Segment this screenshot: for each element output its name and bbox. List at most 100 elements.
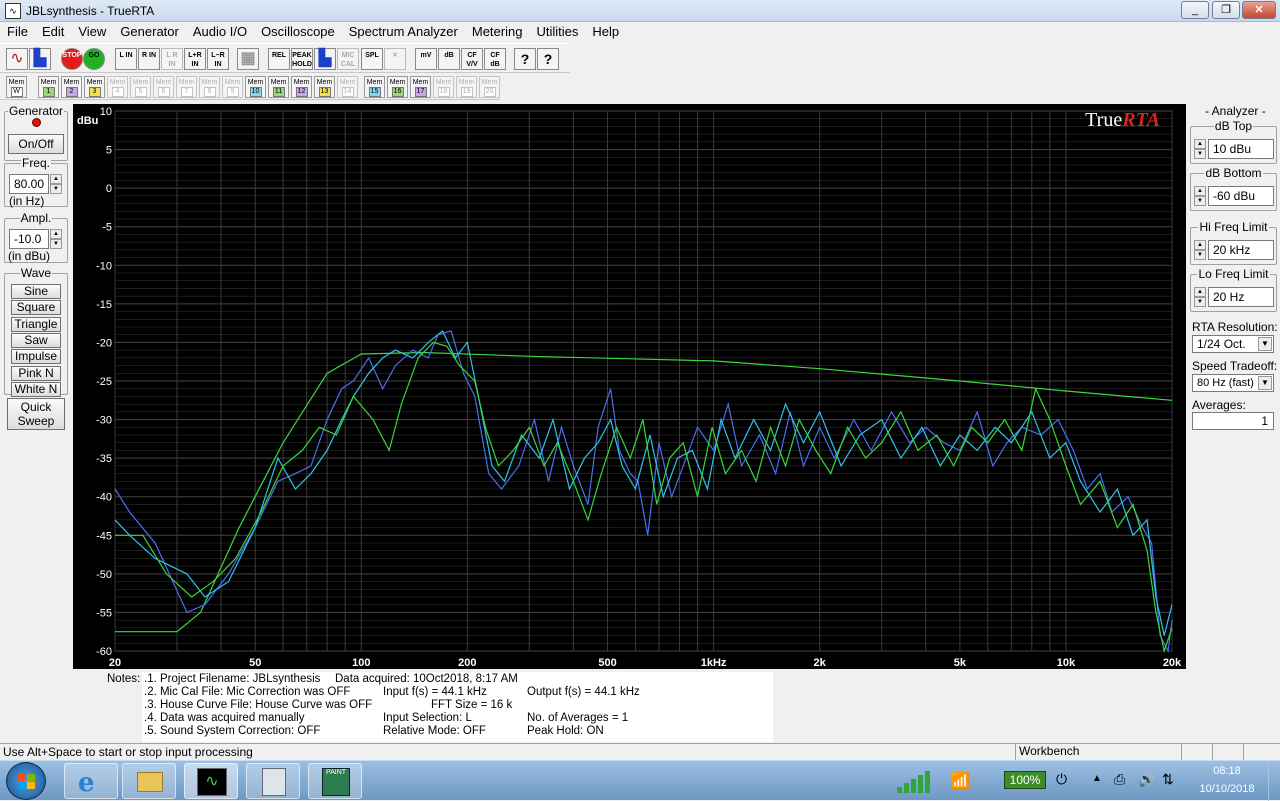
lo-freq-up-icon[interactable]: ▲	[1194, 287, 1206, 297]
right-in-button[interactable]: R IN	[138, 48, 160, 70]
mem-10-button[interactable]: Mem 10	[245, 76, 266, 98]
chevron-down-icon[interactable]: ▼	[1258, 337, 1272, 351]
mem-w-button[interactable]: Mem W	[6, 76, 27, 98]
wave-square-button[interactable]: Square	[11, 300, 61, 316]
mem-15-button[interactable]: Mem 15	[364, 76, 385, 98]
menu-metering[interactable]: Metering	[465, 22, 530, 42]
close-button[interactable]: ✕	[1242, 1, 1276, 19]
mem-7-button[interactable]: Mem 7	[176, 76, 197, 98]
mem-12-button[interactable]: Mem 12	[291, 76, 312, 98]
speed-select[interactable]: 80 Hz (fast) ▼	[1192, 374, 1274, 392]
usb-icon[interactable]: ⎙	[1114, 771, 1125, 788]
show-hidden-icons-icon[interactable]: ▲	[1092, 773, 1102, 784]
menu-view[interactable]: View	[71, 22, 113, 42]
signal-strength-icon[interactable]	[893, 767, 938, 795]
spectrum-button[interactable]: ▙	[29, 48, 51, 70]
generator-onoff-button[interactable]: On/Off	[8, 134, 64, 154]
ampl-down-icon[interactable]: ▼	[50, 239, 62, 249]
mv-button[interactable]: mV	[415, 48, 437, 70]
ampl-up-icon[interactable]: ▲	[50, 229, 62, 239]
grid-button[interactable]: ▦	[237, 48, 259, 70]
mem-9-button[interactable]: Mem 9	[222, 76, 243, 98]
mem-1-button[interactable]: Mem 1	[38, 76, 59, 98]
paint-taskbar-icon[interactable]: PAINT	[308, 763, 362, 799]
wave-impulse-button[interactable]: Impulse	[11, 349, 61, 365]
wave-pink-n-button[interactable]: Pink N	[11, 365, 61, 381]
maximize-button[interactable]: ❐	[1212, 1, 1240, 19]
mem-3-button[interactable]: Mem 3	[84, 76, 105, 98]
mem-13-button[interactable]: Mem 13	[314, 76, 335, 98]
lo-freq-input[interactable]: 20 Hz	[1208, 287, 1274, 307]
wireless-icon[interactable]: 📶	[950, 771, 970, 791]
power-plug-icon[interactable]: ⏻	[1056, 771, 1067, 788]
minimize-button[interactable]: _	[1181, 1, 1209, 19]
menu-generator[interactable]: Generator	[113, 22, 186, 42]
resolution-select[interactable]: 1/24 Oct. ▼	[1192, 335, 1274, 353]
mem-14-button[interactable]: Mem 14	[337, 76, 358, 98]
wave-triangle-button[interactable]: Triangle	[11, 316, 61, 332]
db-top-up-icon[interactable]: ▲	[1194, 139, 1206, 149]
notes-panel[interactable]: .1. Project Filename: JBLsynthesis .2. M…	[142, 672, 773, 742]
hi-freq-input[interactable]: 20 kHz	[1208, 240, 1274, 260]
mem-5-button[interactable]: Mem 5	[130, 76, 151, 98]
mem-19-button[interactable]: Mem 19	[456, 76, 477, 98]
ampl-input[interactable]: -10.0	[9, 229, 49, 249]
hi-freq-down-icon[interactable]: ▼	[1194, 250, 1206, 260]
lr-in-button[interactable]: L R IN	[161, 48, 183, 70]
wave-white-n-button[interactable]: White N	[11, 381, 61, 397]
truerta-taskbar-icon[interactable]: ∿	[184, 763, 238, 799]
menu-oscilloscope[interactable]: Oscilloscope	[254, 22, 342, 42]
wave-sine-button[interactable]: Sine	[11, 284, 61, 299]
stop-button[interactable]: STOP	[61, 48, 83, 70]
generator-wave-button[interactable]: ∿	[6, 48, 28, 70]
db-button[interactable]: dB	[438, 48, 460, 70]
db-bottom-up-icon[interactable]: ▲	[1194, 186, 1206, 196]
cf-vv-button[interactable]: CF V/V	[461, 48, 483, 70]
mem-2-button[interactable]: Mem 2	[61, 76, 82, 98]
lo-freq-down-icon[interactable]: ▼	[1194, 297, 1206, 307]
spectrum-graph[interactable]: 10 5 0 -5 -10 -15 -20 -25 -30 -35 -40 -45 -50 -55 -60 2…	[73, 104, 1186, 669]
mem-6-button[interactable]: Mem 6	[153, 76, 174, 98]
mem-8-button[interactable]: Mem 8	[199, 76, 220, 98]
l-minus-r-in-button[interactable]: L−R IN	[207, 48, 229, 70]
network-icon[interactable]: ⇅	[1162, 771, 1174, 788]
explorer-taskbar-icon[interactable]	[122, 763, 176, 799]
clear-button[interactable]: ✕	[384, 48, 406, 70]
db-bottom-down-icon[interactable]: ▼	[1194, 196, 1206, 206]
menu-help[interactable]: Help	[585, 22, 626, 42]
left-in-button[interactable]: L IN	[115, 48, 137, 70]
calculator-taskbar-icon[interactable]	[246, 763, 300, 799]
menu-spectrum-analyzer[interactable]: Spectrum Analyzer	[342, 22, 465, 42]
bars-button[interactable]: ▙	[314, 48, 336, 70]
mem-4-button[interactable]: Mem 4	[107, 76, 128, 98]
db-top-input[interactable]: 10 dBu	[1208, 139, 1274, 159]
cf-db-button[interactable]: CF dB	[484, 48, 506, 70]
quick-sweep-button[interactable]: Quick Sweep	[7, 398, 65, 430]
mem-17-button[interactable]: Mem 17	[410, 76, 431, 98]
freq-up-icon[interactable]: ▲	[50, 174, 62, 184]
chevron-down-icon[interactable]: ▼	[1258, 376, 1272, 390]
help-button[interactable]: ?	[514, 48, 536, 70]
context-help-button[interactable]: ?	[537, 48, 559, 70]
l-plus-r-in-button[interactable]: L+R IN	[184, 48, 206, 70]
freq-down-icon[interactable]: ▼	[50, 184, 62, 194]
clock-time[interactable]: 08:18	[1190, 765, 1264, 777]
battery-indicator[interactable]: 100%	[1004, 771, 1046, 789]
mem-11-button[interactable]: Mem 11	[268, 76, 289, 98]
app-icon[interactable]: ∿	[5, 3, 21, 19]
freq-input[interactable]: 80.00	[9, 174, 49, 194]
mic-cal-button[interactable]: MIC CAL	[337, 48, 359, 70]
db-top-down-icon[interactable]: ▼	[1194, 149, 1206, 159]
hi-freq-up-icon[interactable]: ▲	[1194, 240, 1206, 250]
mem-16-button[interactable]: Mem 16	[387, 76, 408, 98]
menu-edit[interactable]: Edit	[35, 22, 71, 42]
menu-audio-i-o[interactable]: Audio I/O	[186, 22, 254, 42]
spl-button[interactable]: SPL	[361, 48, 383, 70]
mem-20-button[interactable]: Mem 20	[479, 76, 500, 98]
volume-icon[interactable]: 🔊	[1138, 771, 1155, 788]
averages-input[interactable]: 1	[1192, 412, 1274, 430]
menu-file[interactable]: File	[0, 22, 35, 42]
ie-taskbar-icon[interactable]: e	[64, 763, 118, 799]
menu-utilities[interactable]: Utilities	[529, 22, 585, 42]
rel-button[interactable]: REL	[268, 48, 290, 70]
